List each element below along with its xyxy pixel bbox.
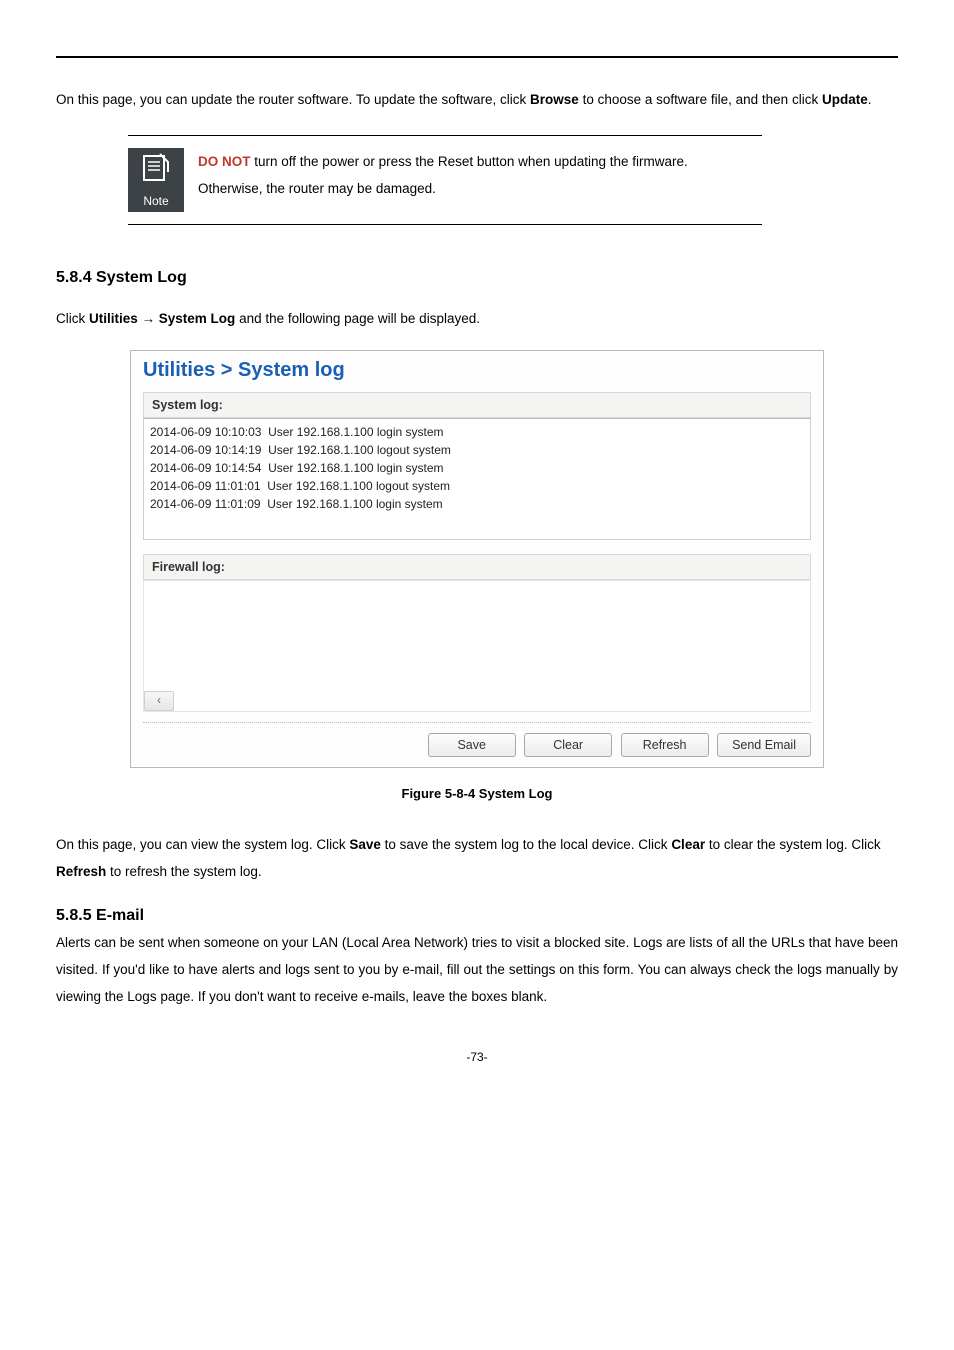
click-a: Click xyxy=(56,311,89,326)
note-icon-label: Note xyxy=(143,194,168,208)
p2-d: to refresh the system log. xyxy=(106,864,261,879)
p2-a: On this page, you can view the system lo… xyxy=(56,837,349,852)
note-icon: Note xyxy=(128,148,184,212)
note-line1-rest: turn off the power or press the Reset bu… xyxy=(251,154,688,169)
system-log-textarea[interactable]: 2014-06-09 10:10:03 User 192.168.1.100 l… xyxy=(143,418,811,540)
note-line2: Otherwise, the router may be damaged. xyxy=(198,181,436,196)
click-utilities: Utilities xyxy=(89,311,138,326)
button-row: Save Clear Refresh Send Email xyxy=(143,722,811,757)
heading-584: 5.8.4 System Log xyxy=(56,269,898,287)
click-b: and the following page will be displayed… xyxy=(235,311,480,326)
figure-caption: Figure 5-8-4 System Log xyxy=(56,786,898,801)
p2-refresh: Refresh xyxy=(56,864,106,879)
intro-text-b: to choose a software file, and then clic… xyxy=(579,92,822,107)
intro-paragraph: On this page, you can update the router … xyxy=(56,86,898,113)
email-para: Alerts can be sent when someone on your … xyxy=(56,929,898,1010)
note-do-not: DO NOT xyxy=(198,154,251,169)
system-log-header: System log: xyxy=(143,392,811,418)
firewall-log-textarea[interactable]: ‹ xyxy=(143,580,811,712)
clear-button[interactable]: Clear xyxy=(524,733,612,757)
top-rule xyxy=(56,56,898,58)
intro-update: Update xyxy=(822,92,868,107)
click-line: Click Utilities → System Log and the fol… xyxy=(56,305,898,332)
screenshot-panel: Utilities > System log System log: 2014-… xyxy=(130,350,824,768)
click-arrow: → xyxy=(138,311,159,326)
p2-save: Save xyxy=(349,837,381,852)
scroll-glyph: ‹ xyxy=(157,693,161,707)
click-syslog: System Log xyxy=(159,311,236,326)
para2: On this page, you can view the system lo… xyxy=(56,831,898,885)
heading-585: 5.8.5 E-mail xyxy=(56,907,898,925)
intro-browse: Browse xyxy=(530,92,579,107)
refresh-button[interactable]: Refresh xyxy=(621,733,709,757)
screenshot-title: Utilities > System log xyxy=(143,359,811,386)
note-block: Note DO NOT turn off the power or press … xyxy=(128,135,762,225)
note-bottom-rule xyxy=(128,224,762,225)
scroll-left-stub[interactable]: ‹ xyxy=(144,691,174,711)
p2-c: to clear the system log. Click xyxy=(705,837,881,852)
p2-b: to save the system log to the local devi… xyxy=(381,837,671,852)
save-button[interactable]: Save xyxy=(428,733,516,757)
intro-text-a: On this page, you can update the router … xyxy=(56,92,530,107)
p2-clear: Clear xyxy=(671,837,705,852)
note-text: DO NOT turn off the power or press the R… xyxy=(198,148,762,212)
send-email-button[interactable]: Send Email xyxy=(717,733,811,757)
page-number: -73- xyxy=(56,1050,898,1064)
firewall-log-header: Firewall log: xyxy=(143,554,811,580)
intro-period: . xyxy=(868,92,872,107)
